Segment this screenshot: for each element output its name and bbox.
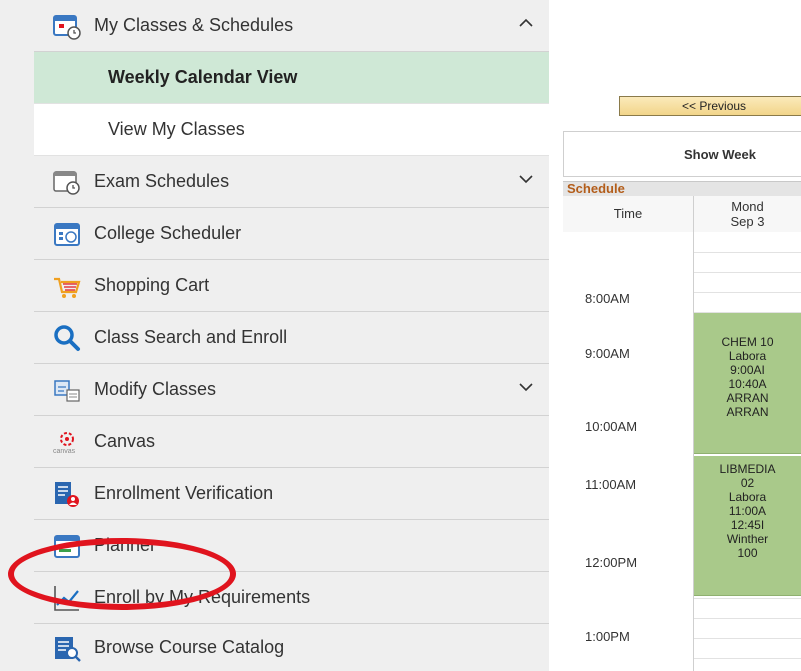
event-line: LIBMEDIA [719, 462, 776, 476]
grid-line [694, 618, 801, 619]
sidebar-subitem-view-my-classes[interactable]: View My Classes [34, 104, 549, 156]
sidebar-item-enrollment-verification[interactable]: Enrollment Verification [34, 468, 549, 520]
time-column-header: Time [563, 196, 694, 232]
schedule-title: Schedule [563, 181, 801, 196]
show-week-label[interactable]: Show Week [684, 147, 756, 162]
time-header-label: Time [613, 206, 643, 221]
sidebar-item-label: Exam Schedules [94, 171, 230, 191]
event-line: 02 [740, 476, 755, 490]
sidebar-item-label: Enrollment Verification [94, 483, 274, 503]
time-label: 10:00AM [585, 419, 638, 434]
sidebar-item-label: Modify Classes [94, 379, 217, 399]
sidebar-item-label: Enroll by My Requirements [94, 587, 311, 607]
sidebar-item-class-search-and-enroll[interactable]: Class Search and Enroll [34, 312, 549, 364]
time-label: 9:00AM [585, 346, 630, 361]
previous-week-button[interactable]: << Previous [619, 96, 801, 116]
grid-line [694, 292, 801, 293]
enrollment-verification-icon [52, 479, 82, 509]
time-column: 8:00AM 9:00AM 10:00AM 11:00AM 12:00PM 1:… [563, 232, 694, 671]
exam-schedule-icon [52, 167, 82, 197]
event-line: 10:40A [728, 377, 767, 391]
chevron-down-icon[interactable] [517, 170, 535, 188]
day-header-weekday: Mond [731, 199, 764, 214]
sidebar-item-browse-course-catalog[interactable]: Browse Course Catalog [34, 624, 549, 671]
grid-line [694, 272, 801, 273]
grid-line [694, 598, 801, 599]
time-label: 11:00AM [585, 477, 637, 492]
day-column-header: Mond Sep 3 [694, 196, 801, 232]
canvas-icon-text: canvas [53, 447, 76, 455]
calendar-event-libmedia[interactable]: LIBMEDIA 02 Labora 11:00A 12:45I Winther… [694, 456, 801, 596]
search-icon [52, 323, 82, 353]
sidebar-item-label: Browse Course Catalog [94, 637, 285, 657]
canvas-icon: canvas [52, 427, 82, 457]
event-line: CHEM 10 [721, 335, 774, 349]
sidebar-item-label: College Scheduler [94, 223, 242, 243]
event-line: Winther [726, 532, 769, 546]
chart-icon [52, 583, 82, 613]
college-scheduler-icon [52, 219, 82, 249]
shopping-cart-icon [52, 271, 82, 301]
sidebar-item-shopping-cart[interactable]: Shopping Cart [34, 260, 549, 312]
time-label: 1:00PM [585, 629, 630, 644]
event-line: ARRAN [726, 405, 769, 419]
sidebar-item-planner[interactable]: Planner [34, 520, 549, 572]
sidebar-item-label: Canvas [94, 431, 156, 451]
event-line: Labora [728, 490, 767, 504]
sidebar-item-label: Planner [94, 535, 157, 555]
day-header-date: Sep 3 [730, 214, 765, 229]
chevron-down-icon[interactable] [517, 378, 535, 396]
event-line: 100 [737, 546, 758, 560]
sidebar-subitem-weekly-calendar-view[interactable]: Weekly Calendar View [34, 52, 549, 104]
sidebar: My Classes & Schedules Weekly Calendar V… [0, 0, 549, 671]
event-line: Labora [728, 349, 767, 363]
sidebar-item-exam-schedules[interactable]: Exam Schedules [34, 156, 549, 208]
sidebar-subitem-label: View My Classes [108, 119, 245, 139]
sidebar-item-label: Class Search and Enroll [94, 327, 288, 347]
catalog-icon [52, 633, 82, 663]
event-line: 12:45I [730, 518, 765, 532]
grid-line [694, 658, 801, 659]
sidebar-subitem-label: Weekly Calendar View [108, 67, 298, 87]
planner-icon [52, 531, 82, 561]
sidebar-gutter [0, 0, 34, 671]
sidebar-item-canvas[interactable]: canvas Canvas [34, 416, 549, 468]
sidebar-item-label: My Classes & Schedules [94, 15, 294, 35]
grid-line [694, 252, 801, 253]
sidebar-item-label: Shopping Cart [94, 275, 210, 295]
grid-line [694, 638, 801, 639]
modify-classes-icon [52, 375, 82, 405]
sidebar-item-my-classes-schedules[interactable]: My Classes & Schedules [34, 0, 549, 52]
sidebar-item-college-scheduler[interactable]: College Scheduler [34, 208, 549, 260]
calendar-panel: << Previous Show Week Schedule Time Mond… [549, 0, 801, 671]
calendar-clock-icon [52, 11, 82, 41]
show-week-bar: Show Week [563, 131, 801, 177]
sidebar-item-modify-classes[interactable]: Modify Classes [34, 364, 549, 416]
calendar-event-chem[interactable]: CHEM 10 Labora 9:00AI 10:40A ARRAN ARRAN [694, 313, 801, 454]
event-line: 9:00AI [730, 363, 765, 377]
time-label: 12:00PM [585, 555, 638, 570]
chevron-up-icon[interactable] [517, 14, 535, 32]
sidebar-item-enroll-by-my-requirements[interactable]: Enroll by My Requirements [34, 572, 549, 624]
time-label: 8:00AM [585, 291, 630, 306]
event-line: ARRAN [726, 391, 769, 405]
event-line: 11:00A [728, 504, 767, 518]
